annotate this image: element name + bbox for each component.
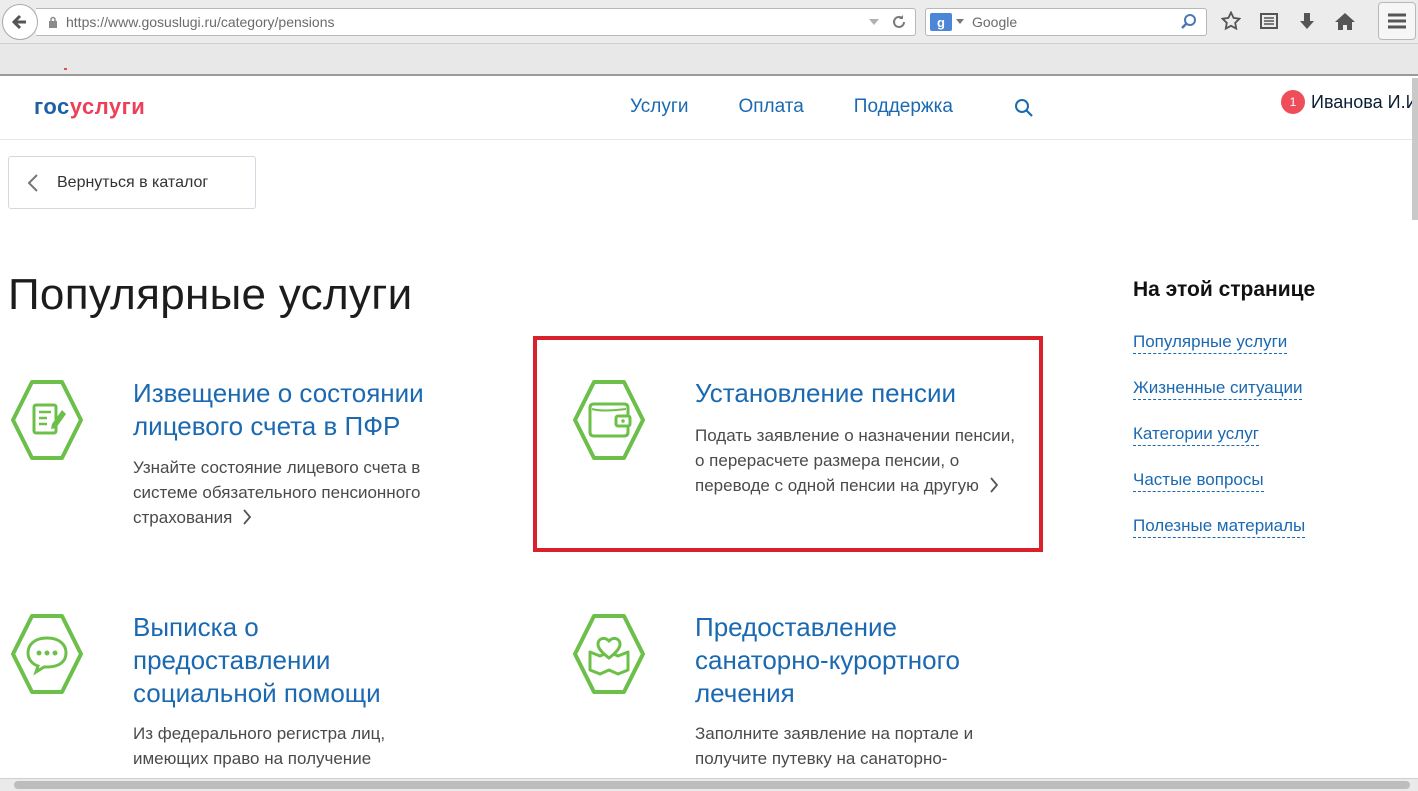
service-title[interactable]: Предоставление санаторно-курортного лече… <box>695 611 1025 710</box>
nav-payment[interactable]: Оплата <box>738 96 803 118</box>
reload-icon[interactable] <box>891 14 907 33</box>
engine-dropdown-icon <box>956 19 964 24</box>
service-description: Из федерального регистра лиц, имеющих пр… <box>133 724 386 768</box>
back-arrow-icon <box>11 14 26 30</box>
service-title[interactable]: Выписка о предоставлении социальной помо… <box>133 611 463 710</box>
chat-bubble-icon <box>6 608 88 700</box>
lock-icon <box>48 16 58 29</box>
browser-toolbar: https://www.gosuslugi.ru/category/pensio… <box>0 0 1418 44</box>
horizontal-scrollbar[interactable] <box>0 778 1418 791</box>
toc-link-faq[interactable]: Частые вопросы <box>1133 470 1264 492</box>
scrollbar-thumb[interactable] <box>14 781 1410 789</box>
service-title[interactable]: Установление пенсии <box>695 377 1025 410</box>
site-header: госуслуги Услуги Оплата Поддержка 1 Иван… <box>0 78 1418 140</box>
search-icon[interactable] <box>1014 98 1034 123</box>
favicon-dot <box>64 68 67 70</box>
toc-link-categories[interactable]: Категории услуг <box>1133 424 1259 446</box>
chevron-left-icon <box>27 173 39 192</box>
document-edit-icon <box>6 374 88 466</box>
service-description: Заполните заявление на портале и получит… <box>695 724 974 768</box>
chevron-right-icon[interactable] <box>989 475 999 500</box>
bookmarks-list-icon[interactable] <box>1258 8 1280 34</box>
bookmark-star-icon[interactable] <box>1220 8 1242 34</box>
service-description: Узнайте состояние лицевого счета в систе… <box>133 455 453 532</box>
service-title[interactable]: Извещение о состоянии лицевого счета в П… <box>133 377 473 443</box>
web-search-box[interactable]: g Google <box>925 8 1207 36</box>
address-bar[interactable]: https://www.gosuslugi.ru/category/pensio… <box>36 8 916 36</box>
hamburger-menu-icon[interactable] <box>1378 2 1416 40</box>
vertical-scrollbar[interactable] <box>1412 78 1418 220</box>
back-to-catalog-button[interactable]: Вернуться в каталог <box>8 156 256 209</box>
toc-title: На этой странице <box>1133 278 1316 301</box>
toc-link-life-situations[interactable]: Жизненные ситуации <box>1133 378 1303 400</box>
notification-badge[interactable]: 1 <box>1281 90 1305 114</box>
home-icon[interactable] <box>1334 8 1356 34</box>
heart-map-icon <box>568 608 650 700</box>
page-title: Популярные услуги <box>8 270 413 319</box>
gosuslugi-logo[interactable]: госуслуги <box>34 94 145 120</box>
toc-link-popular[interactable]: Популярные услуги <box>1133 332 1288 354</box>
nav-support[interactable]: Поддержка <box>854 96 953 118</box>
dropdown-triangle-icon[interactable] <box>867 14 881 33</box>
nav-services[interactable]: Услуги <box>630 96 688 118</box>
back-to-catalog-label: Вернуться в каталог <box>57 173 209 191</box>
download-icon[interactable] <box>1296 8 1318 34</box>
browser-back-button[interactable] <box>2 4 38 40</box>
bookmarks-strip <box>0 44 1418 76</box>
url-text: https://www.gosuslugi.ru/category/pensio… <box>66 14 335 30</box>
magnifier-icon[interactable] <box>1180 13 1198 34</box>
toc-link-materials[interactable]: Полезные материалы <box>1133 516 1306 538</box>
wallet-icon <box>568 374 650 466</box>
service-description: Подать заявление о назначении пенсии, о … <box>695 423 1015 500</box>
main-nav: Услуги Оплата Поддержка <box>630 96 953 118</box>
chevron-right-icon[interactable] <box>242 507 252 532</box>
search-placeholder: Google <box>972 14 1018 30</box>
g-search-engine-icon[interactable]: g <box>930 13 952 31</box>
user-name[interactable]: Иванова И.И. <box>1311 92 1418 113</box>
